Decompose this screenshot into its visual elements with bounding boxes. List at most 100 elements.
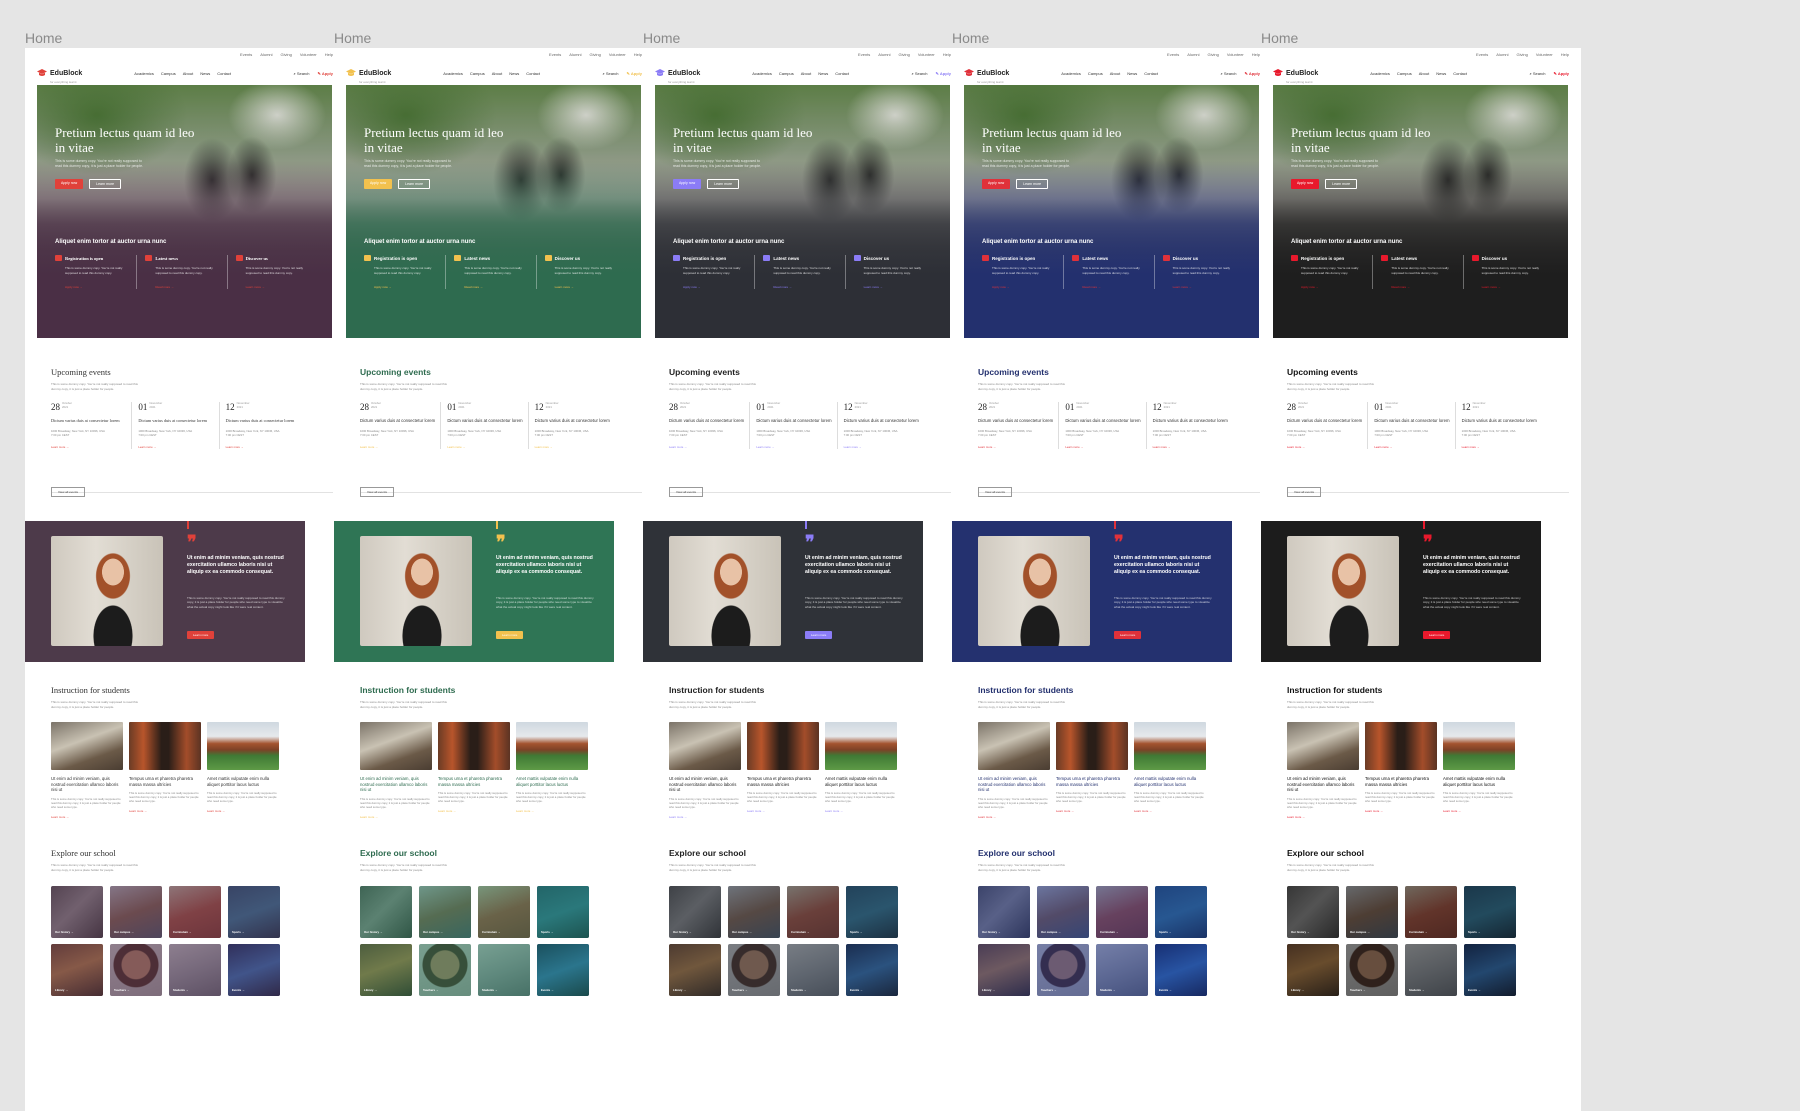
classroom-image[interactable] — [51, 722, 123, 770]
quote-learn-more-button[interactable]: Learn more — [1114, 631, 1142, 639]
instruction-item-link[interactable]: Learn more → — [1056, 809, 1128, 813]
explore-tile[interactable]: Our history → — [360, 886, 412, 938]
library-image[interactable] — [1365, 722, 1437, 770]
learn-more-button[interactable]: Learn more — [398, 179, 431, 189]
artboard-label[interactable]: Home — [643, 30, 680, 46]
campus-image[interactable] — [1134, 722, 1206, 770]
event-link[interactable]: Learn more → — [447, 445, 523, 449]
utility-link[interactable]: Volunteer — [1536, 52, 1553, 57]
explore-tile[interactable]: Sports → — [228, 886, 280, 938]
utility-link[interactable]: Alumni — [1187, 52, 1199, 57]
apply-button[interactable]: ✎ Apply — [936, 71, 951, 76]
nav-link-campus[interactable]: Campus — [779, 71, 794, 76]
event-link[interactable]: Learn more → — [1462, 445, 1538, 449]
explore-tile[interactable]: Our campus → — [728, 886, 780, 938]
utility-link[interactable]: Giving — [590, 52, 601, 57]
apply-now-button[interactable]: Apply now — [673, 179, 702, 189]
nav-link-contact[interactable]: Contact — [526, 71, 540, 76]
utility-link[interactable]: Events — [240, 52, 252, 57]
artboard-label[interactable]: Home — [25, 30, 62, 46]
explore-tile[interactable]: Students → — [478, 944, 530, 996]
classroom-image[interactable] — [1287, 722, 1359, 770]
instruction-item-link[interactable]: Learn more → — [129, 809, 201, 813]
nav-link-about[interactable]: About — [1110, 71, 1120, 76]
instruction-item-link[interactable]: Learn more → — [360, 815, 432, 819]
hero-column-link[interactable]: Learn more → — [1472, 285, 1548, 289]
nav-link-contact[interactable]: Contact — [217, 71, 231, 76]
view-all-events-button[interactable]: View all events — [669, 487, 703, 497]
campus-image[interactable] — [825, 722, 897, 770]
utility-link[interactable]: Events — [1476, 52, 1488, 57]
hero-column-link[interactable]: Learn more → — [1163, 285, 1239, 289]
nav-link-academics[interactable]: Academics — [1061, 71, 1081, 76]
nav-link-about[interactable]: About — [492, 71, 502, 76]
explore-tile[interactable]: Our history → — [669, 886, 721, 938]
artboard-label[interactable]: Home — [952, 30, 989, 46]
explore-tile[interactable]: Library → — [360, 944, 412, 996]
nav-link-campus[interactable]: Campus — [1088, 71, 1103, 76]
event-link[interactable]: Learn more → — [669, 445, 745, 449]
search-button[interactable]: ⌕ Search — [602, 71, 618, 76]
apply-button[interactable]: ✎ Apply — [318, 71, 333, 76]
event-link[interactable]: Learn more → — [360, 445, 436, 449]
event-link[interactable]: Learn more → — [1065, 445, 1141, 449]
logo[interactable]: EduBlock for everything learnt — [1286, 62, 1318, 84]
search-button[interactable]: ⌕ Search — [1529, 71, 1545, 76]
nav-link-contact[interactable]: Contact — [835, 71, 849, 76]
nav-link-academics[interactable]: Academics — [752, 71, 772, 76]
utility-link[interactable]: Help — [1561, 52, 1569, 57]
explore-tile[interactable]: Our campus → — [1037, 886, 1089, 938]
explore-tile[interactable]: Sports → — [1155, 886, 1207, 938]
utility-link[interactable]: Volunteer — [1227, 52, 1244, 57]
nav-link-academics[interactable]: Academics — [134, 71, 154, 76]
hero-column-link[interactable]: Apply now → — [982, 285, 1058, 289]
quote-learn-more-button[interactable]: Learn more — [805, 631, 833, 639]
explore-tile[interactable]: Curriculum → — [169, 886, 221, 938]
utility-link[interactable]: Help — [325, 52, 333, 57]
instruction-item-link[interactable]: Learn more → — [516, 809, 588, 813]
apply-now-button[interactable]: Apply now — [1291, 179, 1320, 189]
hero-column-link[interactable]: Read more → — [145, 285, 221, 289]
classroom-image[interactable] — [978, 722, 1050, 770]
instruction-item-link[interactable]: Learn more → — [207, 809, 279, 813]
explore-tile[interactable]: Teachers → — [1346, 944, 1398, 996]
library-image[interactable] — [1056, 722, 1128, 770]
explore-tile[interactable]: Students → — [1096, 944, 1148, 996]
search-button[interactable]: ⌕ Search — [1220, 71, 1236, 76]
nav-link-about[interactable]: About — [183, 71, 193, 76]
event-link[interactable]: Learn more → — [138, 445, 214, 449]
search-button[interactable]: ⌕ Search — [293, 71, 309, 76]
explore-tile[interactable]: Curriculum → — [478, 886, 530, 938]
utility-link[interactable]: Giving — [1517, 52, 1528, 57]
explore-tile[interactable]: Sports → — [537, 886, 589, 938]
library-image[interactable] — [438, 722, 510, 770]
hero-column-link[interactable]: Apply now → — [1291, 285, 1367, 289]
nav-link-academics[interactable]: Academics — [443, 71, 463, 76]
explore-tile[interactable]: Library → — [978, 944, 1030, 996]
explore-tile[interactable]: Sports → — [846, 886, 898, 938]
instruction-item-link[interactable]: Learn more → — [825, 809, 897, 813]
hero-column-link[interactable]: Apply now → — [364, 285, 440, 289]
explore-tile[interactable]: Curriculum → — [1405, 886, 1457, 938]
view-all-events-button[interactable]: View all events — [360, 487, 394, 497]
explore-tile[interactable]: Students → — [787, 944, 839, 996]
nav-link-contact[interactable]: Contact — [1144, 71, 1158, 76]
event-link[interactable]: Learn more → — [978, 445, 1054, 449]
utility-link[interactable]: Giving — [281, 52, 292, 57]
hero-column-link[interactable]: Apply now → — [673, 285, 749, 289]
quote-learn-more-button[interactable]: Learn more — [1423, 631, 1451, 639]
instruction-item-link[interactable]: Learn more → — [1287, 815, 1359, 819]
apply-button[interactable]: ✎ Apply — [1554, 71, 1569, 76]
event-link[interactable]: Learn more → — [1374, 445, 1450, 449]
explore-tile[interactable]: Library → — [669, 944, 721, 996]
view-all-events-button[interactable]: View all events — [978, 487, 1012, 497]
classroom-image[interactable] — [669, 722, 741, 770]
search-button[interactable]: ⌕ Search — [911, 71, 927, 76]
explore-tile[interactable]: Our history → — [51, 886, 103, 938]
event-link[interactable]: Learn more → — [226, 445, 302, 449]
artboard-label[interactable]: Home — [334, 30, 371, 46]
utility-link[interactable]: Giving — [1208, 52, 1219, 57]
nav-link-news[interactable]: News — [200, 71, 210, 76]
explore-tile[interactable]: Curriculum → — [1096, 886, 1148, 938]
logo[interactable]: EduBlock for everything learnt — [50, 62, 82, 84]
